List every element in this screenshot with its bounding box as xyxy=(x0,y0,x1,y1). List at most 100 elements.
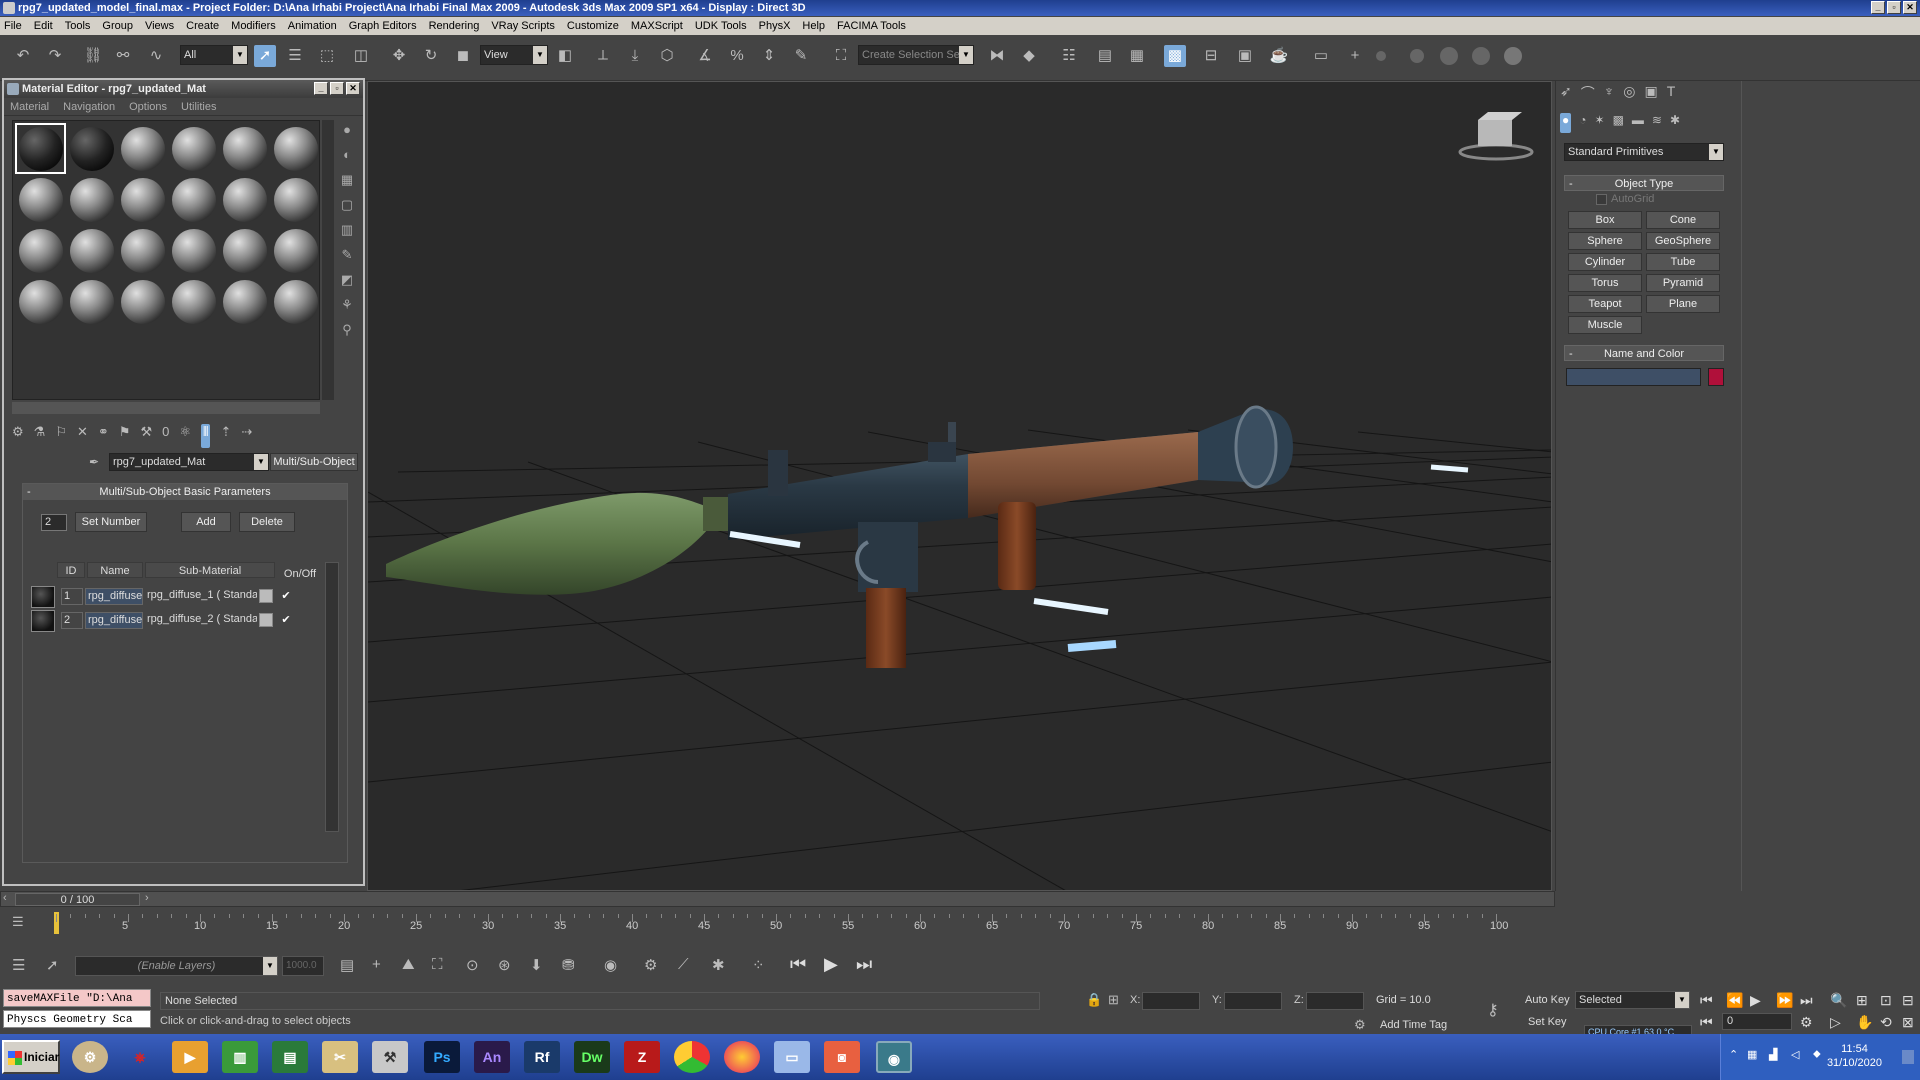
selection-lock-icon[interactable]: 🔒 xyxy=(1086,992,1102,1008)
menu-create[interactable]: Create xyxy=(186,20,219,32)
sample-slot[interactable] xyxy=(219,123,270,174)
physx-tool-icon[interactable]: ✱ xyxy=(712,956,725,974)
field-of-view-icon[interactable]: ▷ xyxy=(1830,1014,1841,1031)
column-header-sub-material[interactable]: Sub-Material xyxy=(145,562,275,578)
taskbar-app-window-icon[interactable]: ▭ xyxy=(774,1041,810,1073)
material-name-dropdown[interactable]: rpg7_updated_Mat ▼ xyxy=(109,453,269,471)
sample-slot[interactable] xyxy=(66,174,117,225)
auto-key-button[interactable]: Auto Key xyxy=(1525,994,1570,1006)
named-selection-dropdown[interactable]: Create Selection Set ▼ xyxy=(858,45,974,65)
sub-material-scrollbar[interactable] xyxy=(325,562,339,832)
reference-coordinate-dropdown[interactable]: View ▼ xyxy=(480,45,548,65)
object-name-input[interactable] xyxy=(1566,368,1701,386)
motion-tab-icon[interactable]: ◎ xyxy=(1623,83,1635,105)
rectangular-selection-icon[interactable]: ⬚ xyxy=(316,45,338,67)
primitive-category-dropdown[interactable]: Standard Primitives ▼ xyxy=(1564,143,1724,161)
key-mode-icon[interactable]: ⏮ xyxy=(1700,1014,1713,1031)
play-icon[interactable]: ▶ xyxy=(824,954,838,975)
z-coordinate-field[interactable] xyxy=(1306,992,1364,1010)
make-copy-icon[interactable]: ⚭ xyxy=(98,424,109,448)
vray-frame-buffer-icon[interactable]: ▭ xyxy=(1310,45,1332,67)
make-unique-icon[interactable]: ⚑ xyxy=(119,424,131,448)
menu-animation[interactable]: Animation xyxy=(288,20,337,32)
make-preview-icon[interactable]: ✎ xyxy=(337,245,357,265)
taskbar-app-dreamweaver[interactable]: Dw xyxy=(574,1041,610,1073)
minimize-button[interactable]: _ xyxy=(1871,1,1885,14)
row-onoff-checkbox[interactable]: ✔ xyxy=(279,613,293,627)
select-object-icon[interactable]: ➚ xyxy=(254,45,276,67)
perspective-viewport[interactable] xyxy=(367,81,1552,891)
menu-group[interactable]: Group xyxy=(102,20,133,32)
angle-snap-icon[interactable]: ∡ xyxy=(694,45,716,67)
layer-stack-icon[interactable]: ⛃ xyxy=(562,956,575,974)
taskbar-app-chrome-icon[interactable] xyxy=(674,1041,710,1073)
row-color-swatch[interactable] xyxy=(259,589,273,603)
row-sub-material-button[interactable]: rpg_diffuse_2 ( Standard ) xyxy=(145,612,257,629)
maximize-viewport-icon[interactable]: ⊠ xyxy=(1902,1014,1914,1031)
taskbar-app-animate[interactable]: An xyxy=(474,1041,510,1073)
edit-named-selection-icon[interactable]: ✎ xyxy=(790,45,812,67)
taskbar-app-settings-icon[interactable]: ⚙ xyxy=(72,1041,108,1073)
taskbar-app-firefox-icon[interactable] xyxy=(724,1041,760,1073)
unlink-icon[interactable]: ⚯ xyxy=(112,45,134,67)
row-onoff-checkbox[interactable]: ✔ xyxy=(279,589,293,603)
material-id-channel-icon[interactable]: 0 xyxy=(162,424,169,448)
utilities-tab-icon[interactable]: T xyxy=(1667,83,1676,105)
delete-button[interactable]: Delete xyxy=(239,512,295,532)
sample-slot[interactable] xyxy=(168,276,219,327)
bind-space-warp-icon[interactable]: ∿ xyxy=(145,45,167,67)
assign-to-selection-icon[interactable]: ⚐ xyxy=(55,424,67,448)
video-color-check-icon[interactable]: ▥ xyxy=(337,220,357,240)
material-type-button[interactable]: Multi/Sub-Object xyxy=(270,453,358,471)
select-and-scale-icon[interactable]: ◼ xyxy=(452,45,474,67)
time-slider-next-icon[interactable]: › xyxy=(145,892,149,904)
tube-button[interactable]: Tube xyxy=(1646,253,1720,271)
window-crossing-icon[interactable]: ◫ xyxy=(350,45,372,67)
taskbar-app-camera-icon[interactable]: ◙ xyxy=(824,1041,860,1073)
sample-slot[interactable] xyxy=(15,174,66,225)
layers-dropdown[interactable]: (Enable Layers) ▼ xyxy=(75,956,278,976)
menu-facima-tools[interactable]: FACIMA Tools xyxy=(837,20,906,32)
sub-material-thumbnail[interactable] xyxy=(31,586,55,608)
taskbar-app-spreadsheet-icon[interactable]: ▥ xyxy=(222,1041,258,1073)
close-button[interactable]: ✕ xyxy=(1903,1,1917,14)
maxscript-listener-input[interactable]: Physcs Geometry Sca xyxy=(3,1010,151,1028)
select-and-link-icon[interactable]: ⛓ xyxy=(82,45,104,67)
rpg-front-grip[interactable] xyxy=(998,502,1036,590)
select-layer-icon[interactable]: ⛶ xyxy=(432,956,443,973)
network-icon[interactable]: ▦ xyxy=(1747,1048,1757,1061)
sample-slot[interactable] xyxy=(270,123,321,174)
backlight-icon[interactable]: ◐ xyxy=(337,145,357,165)
select-by-material-icon[interactable]: ⚘ xyxy=(337,295,357,315)
row-sub-material-button[interactable]: rpg_diffuse_1 ( Standard ) xyxy=(145,588,257,605)
absolute-mode-icon[interactable]: ⊞ xyxy=(1108,992,1119,1008)
set-key-icon[interactable]: ⚷ xyxy=(1487,1000,1499,1020)
add-time-tag[interactable]: Add Time Tag xyxy=(1380,1019,1447,1031)
layer-icon[interactable]: ☰ xyxy=(12,956,25,974)
plus-icon[interactable]: + xyxy=(1344,45,1366,67)
menu-file[interactable]: File xyxy=(4,20,22,32)
sample-slot[interactable] xyxy=(168,174,219,225)
time-slider-prev-icon[interactable]: ‹ xyxy=(3,892,7,904)
pivot-center-icon[interactable]: ◧ xyxy=(554,45,576,67)
pick-material-from-object-icon[interactable]: ✒ xyxy=(89,455,99,469)
sample-slot[interactable] xyxy=(219,225,270,276)
rollout-collapse-toggle[interactable]: - xyxy=(27,484,31,500)
go-to-start-icon[interactable]: ⏮ xyxy=(1700,992,1713,1009)
plus-icon[interactable]: + xyxy=(372,956,381,973)
zoom-extents-all-icon[interactable]: ⊟ xyxy=(1902,992,1914,1009)
start-button[interactable]: Iniciar xyxy=(2,1040,60,1074)
go-forward-to-sibling-icon[interactable]: ⇢ xyxy=(241,424,252,448)
menu-material[interactable]: Material xyxy=(10,101,49,113)
sample-slot[interactable] xyxy=(66,225,117,276)
put-to-library-icon[interactable]: ⚒ xyxy=(140,424,152,448)
physx-tool-icon[interactable]: ⟋ xyxy=(678,956,689,973)
sample-slot[interactable] xyxy=(168,225,219,276)
space-warps-icon[interactable]: ≋ xyxy=(1652,113,1662,133)
sample-slot[interactable] xyxy=(168,123,219,174)
go-to-start-icon[interactable]: ⏮ xyxy=(790,954,806,975)
modify-tab-icon[interactable]: ⌒ xyxy=(1581,83,1595,105)
select-manipulate-icon[interactable]: ⟂ xyxy=(592,45,614,67)
rendered-frame-window-icon[interactable]: ▣ xyxy=(1234,45,1256,67)
undo-icon[interactable]: ↶ xyxy=(12,45,34,67)
